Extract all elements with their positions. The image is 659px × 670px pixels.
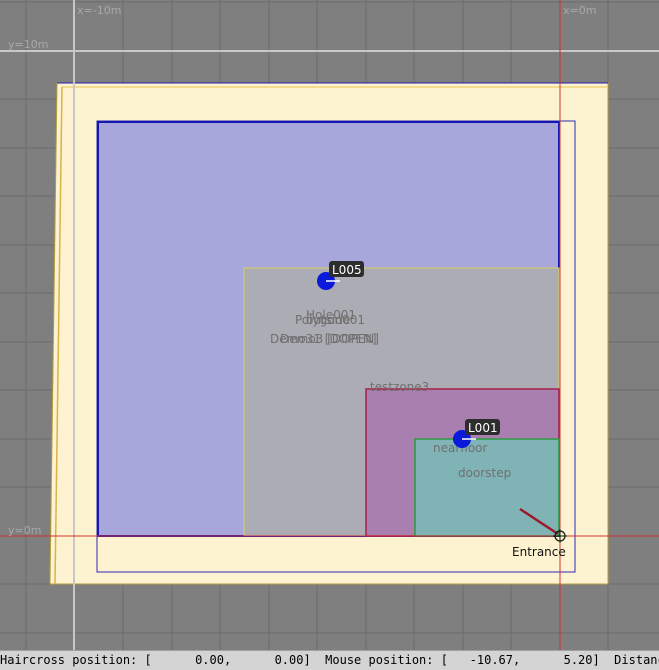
haircross-label: Haircross position: [ [0, 653, 152, 667]
axis-label-y-zero: y=0m [8, 524, 41, 537]
mouse-position-label: Mouse position: [ [325, 653, 448, 667]
zone-label-outside: outside [306, 313, 350, 327]
zone-label-testzone3: testzone3 [370, 380, 429, 394]
axis-label-x-zero: x=0m [563, 4, 596, 17]
map-canvas[interactable]: x=-10m x=0m y=10m y=0m Hole001 Polygon00… [0, 0, 659, 650]
zone-label-doorstep: doorstep [458, 466, 511, 480]
haircross-x-value: 0.00, [195, 653, 232, 667]
status-bar: Haircross position: [ 0.00, 0.00] Mouse … [0, 650, 659, 670]
locator-tag-label: L005 [332, 263, 362, 277]
locator-tag-label: L001 [468, 421, 498, 435]
entrance-label: Entrance [512, 545, 566, 559]
distance-label: Distance: [614, 653, 659, 667]
zone-label-demo3: Demo3 [DOPEN] [280, 332, 379, 346]
axis-label-y-10: y=10m [8, 38, 48, 51]
axis-label-x-minus10: x=-10m [77, 4, 121, 17]
mouse-y-value: 5.20] [563, 653, 600, 667]
mouse-x-value: -10.67, [469, 653, 521, 667]
haircross-y-value: 0.00] [274, 653, 311, 667]
